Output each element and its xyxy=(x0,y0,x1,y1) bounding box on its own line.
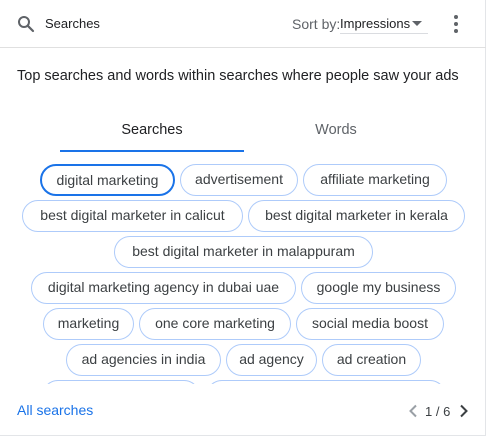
card-header: Searches Sort by: Impressions xyxy=(0,0,486,48)
chevron-right-icon[interactable] xyxy=(459,404,469,418)
searches-card: Searches Sort by: Impressions Top search… xyxy=(0,0,486,436)
search-chip[interactable]: ad creation xyxy=(322,344,421,376)
more-vert-icon[interactable] xyxy=(446,12,466,36)
search-chip[interactable]: digital marketing xyxy=(40,164,175,196)
search-chip[interactable]: best digital marketer in kerala xyxy=(248,200,465,232)
search-chip[interactable]: social media boost xyxy=(296,308,444,340)
sort-value: Impressions xyxy=(340,16,411,31)
search-chip[interactable]: marketing xyxy=(43,308,134,340)
tab-searches[interactable]: Searches xyxy=(60,112,244,152)
caret-down-icon xyxy=(412,21,422,26)
search-chip[interactable]: ad agency xyxy=(226,344,317,376)
search-chip[interactable]: google my business xyxy=(301,272,456,304)
search-chip-partial[interactable] xyxy=(206,380,446,384)
search-icon xyxy=(18,16,35,33)
tab-words-label: Words xyxy=(315,122,357,138)
sort-dropdown[interactable]: Impressions xyxy=(340,14,428,34)
search-chip-partial[interactable] xyxy=(42,380,200,384)
page-indicator: 1 / 6 xyxy=(425,404,451,419)
search-chip[interactable]: ad agencies in india xyxy=(66,344,221,376)
tab-searches-label: Searches xyxy=(121,122,183,138)
chevron-left-icon[interactable] xyxy=(408,404,418,418)
search-chip-list: digital marketing advertisement affiliat… xyxy=(0,160,486,384)
card-description: Top searches and words within searches w… xyxy=(17,68,459,84)
search-chip[interactable]: digital marketing agency in dubai uae xyxy=(31,272,296,304)
card-title: Searches xyxy=(45,16,100,31)
search-chip[interactable]: one core marketing xyxy=(139,308,291,340)
sort-by-label: Sort by: xyxy=(292,16,341,32)
tab-words[interactable]: Words xyxy=(244,112,428,152)
search-chip[interactable]: best digital marketer in calicut xyxy=(22,200,243,232)
search-chip[interactable]: best digital marketer in malappuram xyxy=(114,236,373,268)
search-chip[interactable]: affiliate marketing xyxy=(303,164,447,196)
all-searches-link[interactable]: All searches xyxy=(17,402,93,418)
search-chip[interactable]: advertisement xyxy=(180,164,298,196)
